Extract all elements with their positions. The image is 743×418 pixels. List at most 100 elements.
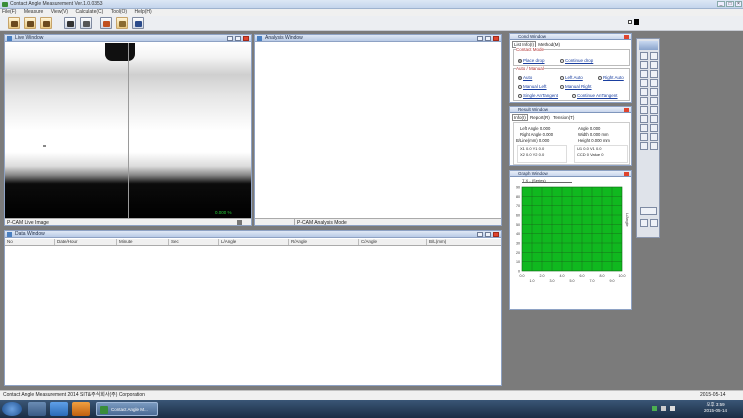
- data-close-button[interactable]: [493, 232, 499, 237]
- os-taskbar: Contact Angle M... 오후 3:59 2015-05-14: [0, 400, 743, 418]
- edge-tool-icon[interactable]: [640, 115, 648, 123]
- back-arrow-icon[interactable]: [640, 207, 657, 215]
- doc-button[interactable]: [116, 17, 128, 29]
- result-close-button[interactable]: [624, 108, 629, 112]
- print-button[interactable]: [40, 17, 52, 29]
- tray-flag-icon[interactable]: [661, 406, 666, 411]
- tray-volume-icon[interactable]: [670, 406, 675, 411]
- pen-tool-icon[interactable]: [640, 124, 648, 132]
- col-no[interactable]: No: [5, 239, 55, 245]
- analysis-close-button[interactable]: [493, 36, 499, 41]
- radio-manual-left[interactable]: Manual Left: [518, 84, 547, 89]
- histogram-tool-icon[interactable]: [640, 106, 648, 114]
- tab-tension[interactable]: Tension(T): [552, 115, 575, 120]
- col-sec[interactable]: Sec: [169, 239, 219, 245]
- data-minimize-button[interactable]: [477, 232, 483, 237]
- maximize-button[interactable]: □: [726, 1, 734, 7]
- export-tool-icon[interactable]: [650, 219, 658, 227]
- camera-button[interactable]: [64, 17, 76, 29]
- filter-tool-icon[interactable]: [650, 106, 658, 114]
- zoom-tool-icon[interactable]: [650, 52, 658, 60]
- col-l-angle[interactable]: L/Angle: [219, 239, 289, 245]
- live-close-button[interactable]: [243, 36, 249, 41]
- paste-tool-icon[interactable]: [650, 133, 658, 141]
- text-tool-icon[interactable]: [640, 88, 648, 96]
- exit-button[interactable]: [132, 17, 144, 29]
- crop-tool-icon[interactable]: [640, 97, 648, 105]
- menu-tool[interactable]: Tool(O): [111, 9, 127, 15]
- height-value: 0.000: [591, 138, 602, 143]
- radio-right-auto[interactable]: Right Auto: [598, 75, 624, 80]
- line-tool-icon[interactable]: [640, 61, 648, 69]
- col-date-hour[interactable]: Date/Hour: [55, 239, 117, 245]
- radio-single-antangent[interactable]: Single AnTangent: [518, 93, 558, 98]
- measure-tool-icon[interactable]: [640, 79, 648, 87]
- radio-auto[interactable]: Auto: [518, 75, 532, 80]
- angle-label: Angle: [578, 126, 589, 131]
- live-maximize-button[interactable]: [235, 36, 241, 41]
- right-angle-row: Right Angle 0.000: [520, 132, 553, 137]
- radio-left-auto[interactable]: Left Auto: [560, 75, 583, 80]
- radio-icon: [560, 75, 564, 80]
- save-button[interactable]: [24, 17, 36, 29]
- radio-manual-right[interactable]: Manual Right: [560, 84, 592, 89]
- rect-tool-icon[interactable]: [650, 61, 658, 69]
- x-tick-label-secondary: 9.0: [610, 279, 615, 283]
- col-c-angle[interactable]: C/Angle: [359, 239, 427, 245]
- select-tool-icon[interactable]: [640, 52, 648, 60]
- start-button[interactable]: [2, 402, 22, 416]
- cond-close-button[interactable]: [624, 35, 629, 39]
- analysis-minimize-button[interactable]: [477, 36, 483, 41]
- level-tool-icon[interactable]: [650, 115, 658, 123]
- clock[interactable]: 오후 3:59 2015-05-14: [704, 402, 727, 414]
- y1-value: 0.0: [538, 146, 545, 151]
- copy-tool-icon[interactable]: [640, 133, 648, 141]
- u1-label: U1: [577, 146, 583, 151]
- xy-box: X1 0.0 Y1 0.0 X2 0.0 Y2 0.0: [517, 145, 567, 163]
- menu-measure[interactable]: Measure: [24, 9, 43, 15]
- close-button[interactable]: ×: [735, 1, 742, 7]
- col-minute[interactable]: Minute: [117, 239, 169, 245]
- minimize-button[interactable]: _: [717, 1, 725, 7]
- undo-tool-icon[interactable]: [640, 142, 648, 150]
- left-angle-row: Left Angle 0.000: [520, 126, 550, 131]
- grid-tool-icon[interactable]: [650, 70, 658, 78]
- fill-tool-icon[interactable]: [650, 88, 658, 96]
- radio-continue-antangent[interactable]: Continue AnTangent: [572, 93, 618, 98]
- mdi-workspace: Live Window 0.000 % P-CAM Live Image Ana…: [0, 31, 743, 390]
- live-camera-view[interactable]: 0.000 %: [5, 43, 251, 219]
- graph-plot: 90 80 70 60 50 40 30 20 10 0 0.0 2.0 4.0 6.0 8.0 10.0 1…: [516, 186, 630, 284]
- menu-calculate[interactable]: Calculate(C): [76, 9, 104, 15]
- menu-file[interactable]: File(F): [2, 9, 16, 15]
- taskbar-active-app[interactable]: Contact Angle M...: [96, 402, 158, 416]
- rotate-tool-icon[interactable]: [650, 97, 658, 105]
- graph-close-button[interactable]: [624, 172, 629, 176]
- live-minimize-button[interactable]: [227, 36, 233, 41]
- menu-help[interactable]: Help(H): [134, 9, 151, 15]
- radio-continue-drop[interactable]: Continue drop: [560, 58, 593, 63]
- tray-network-icon[interactable]: [652, 406, 657, 411]
- taskbar-ie-icon[interactable]: [50, 402, 68, 416]
- taskbar-explorer-icon[interactable]: [28, 402, 46, 416]
- circle-tool-icon[interactable]: [640, 70, 648, 78]
- col-bl-mm[interactable]: B/L(mm): [427, 239, 501, 245]
- analysis-maximize-button[interactable]: [485, 36, 491, 41]
- statusbar-left-text: Contact Angle Measurement 2014 SIT&주식회사(…: [3, 392, 145, 398]
- radio-place-drop[interactable]: Place drop: [518, 58, 545, 63]
- col-r-angle[interactable]: R/Angle: [289, 239, 359, 245]
- scissors-button[interactable]: [100, 17, 112, 29]
- image-button[interactable]: [80, 17, 92, 29]
- save-tool-icon[interactable]: [640, 219, 648, 227]
- tab-info[interactable]: Info(I): [512, 114, 528, 121]
- taskbar-media-icon[interactable]: [72, 402, 90, 416]
- data-maximize-button[interactable]: [485, 232, 491, 237]
- redo-tool-icon[interactable]: [650, 142, 658, 150]
- right-angle-label: Right Angle: [520, 132, 542, 137]
- tab-report[interactable]: Report(R): [529, 115, 551, 120]
- data-table-body[interactable]: [5, 247, 501, 385]
- eraser-tool-icon[interactable]: [650, 124, 658, 132]
- analysis-view[interactable]: [255, 43, 501, 218]
- menu-view[interactable]: View(V): [51, 9, 68, 15]
- angle-tool-icon[interactable]: [650, 79, 658, 87]
- open-button[interactable]: [8, 17, 20, 29]
